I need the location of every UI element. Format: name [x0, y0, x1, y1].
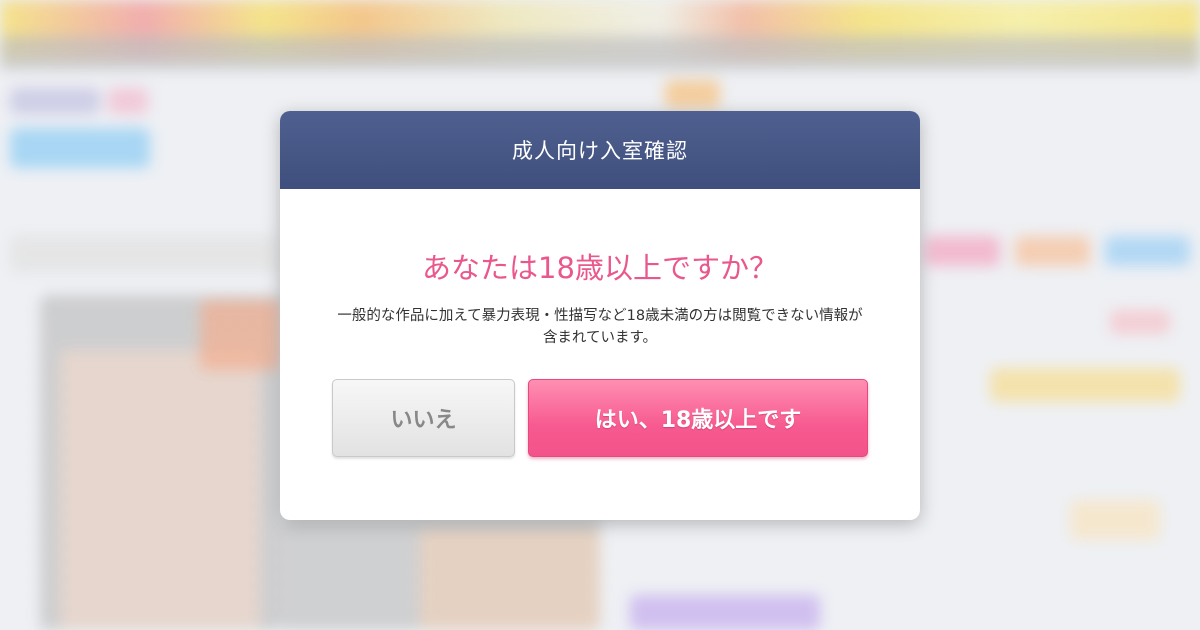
background-nav-bar	[0, 36, 1200, 70]
dialog-header: 成人向け入室確認	[280, 111, 920, 189]
dialog-buttons: いいえ はい、18歳以上です	[332, 379, 868, 457]
age-warning-text: 一般的な作品に加えて暴力表現・性描写など18歳未満の方は閲覧できない情報が含まれ…	[337, 308, 863, 346]
no-button[interactable]: いいえ	[332, 379, 515, 457]
age-gate-page: 成人向け入室確認 あなたは18歳以上ですか？ 一般的な作品に加えて暴力表現・性描…	[0, 0, 1200, 630]
age-question: あなたは18歳以上ですか？	[422, 251, 778, 285]
age-confirmation-dialog: 成人向け入室確認 あなたは18歳以上ですか？ 一般的な作品に加えて暴力表現・性描…	[280, 111, 920, 520]
no-button-label: いいえ	[390, 408, 457, 433]
yes-over-18-button[interactable]: はい、18歳以上です	[528, 379, 868, 457]
dialog-title: 成人向け入室確認	[512, 139, 688, 163]
yes-button-label: はい、18歳以上です	[594, 408, 802, 433]
dialog-body: あなたは18歳以上ですか？ 一般的な作品に加えて暴力表現・性描写など18歳未満の…	[280, 189, 920, 457]
